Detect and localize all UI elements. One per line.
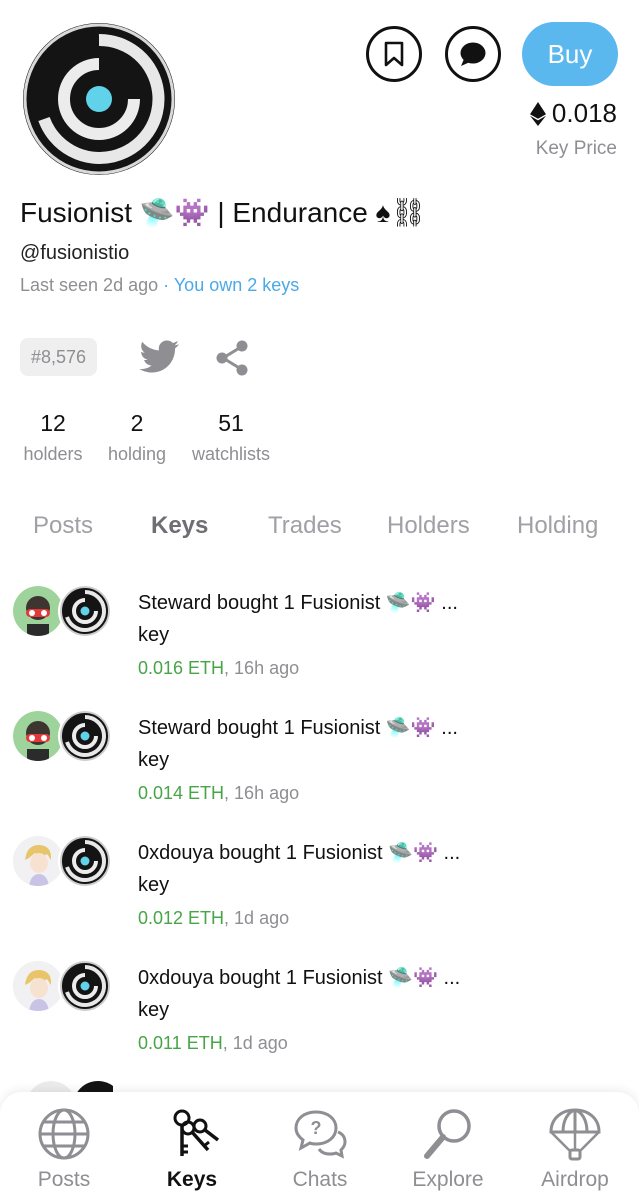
trade-amount: 0.014 ETH bbox=[138, 783, 225, 803]
trade-row[interactable]: 0xdouya bought 1 Fusionist 🛸👾 ... key 0.… bbox=[0, 828, 639, 953]
trader-avatar[interactable] bbox=[13, 836, 63, 886]
trade-meta: 0.016 ETH, 16h ago bbox=[138, 658, 299, 679]
tab-keys[interactable]: Keys bbox=[151, 512, 208, 540]
profile-avatar[interactable] bbox=[22, 22, 176, 176]
trade-time: , 1d ago bbox=[224, 908, 290, 928]
tab-trades[interactable]: Trades bbox=[268, 512, 342, 540]
nav-explore[interactable]: Explore bbox=[384, 1092, 512, 1200]
trade-row[interactable]: 0xdouya bought 1 Fusionist 🛸👾 ... key 0.… bbox=[0, 953, 639, 1078]
profile-handle: @fusionistio bbox=[20, 242, 130, 264]
globe-icon bbox=[38, 1108, 90, 1160]
watchlists-count[interactable]: 51 bbox=[186, 410, 276, 437]
trade-amount: 0.011 ETH bbox=[138, 1033, 223, 1053]
holders-label: holders bbox=[23, 444, 83, 464]
bookmark-icon bbox=[384, 41, 404, 67]
nav-label: Posts bbox=[37, 1168, 91, 1191]
twitter-button[interactable] bbox=[139, 340, 180, 379]
trade-meta: 0.014 ETH, 16h ago bbox=[138, 783, 299, 804]
magnifier-icon bbox=[424, 1109, 471, 1159]
nav-label: Keys bbox=[166, 1168, 218, 1191]
trade-time: , 1d ago bbox=[222, 1033, 288, 1053]
nav-label: Airdrop bbox=[541, 1168, 609, 1191]
trade-unit: key bbox=[138, 749, 170, 771]
bookmark-button[interactable] bbox=[366, 26, 422, 82]
tab-holders[interactable]: Holders bbox=[387, 512, 470, 540]
trade-title: Steward bought 1 Fusionist 🛸👾 ... bbox=[138, 592, 458, 614]
nav-label: Chats bbox=[292, 1168, 348, 1191]
trade-amount: 0.012 ETH bbox=[138, 908, 225, 928]
holding-label: holding bbox=[107, 444, 167, 464]
ethereum-icon bbox=[529, 101, 546, 126]
profile-name: Fusionist 🛸👾 | Endurance ♠⛓ bbox=[20, 197, 427, 228]
trade-meta: 0.012 ETH, 1d ago bbox=[138, 908, 289, 929]
chat-bubble-icon bbox=[460, 42, 486, 66]
bottom-nav: Posts Keys ? Chats Explore Airdrop bbox=[0, 1092, 639, 1200]
watchlists-label: watchlists bbox=[191, 444, 271, 464]
key-price: 0.018 bbox=[529, 98, 617, 129]
holding-count[interactable]: 2 bbox=[104, 410, 170, 437]
last-seen: Last seen 2d ago · You own 2 keys bbox=[20, 275, 299, 296]
nav-chats[interactable]: ? Chats bbox=[256, 1092, 384, 1200]
nav-keys[interactable]: Keys bbox=[128, 1092, 256, 1200]
trade-meta: 0.011 ETH, 1d ago bbox=[138, 1033, 288, 1054]
trader-avatar[interactable] bbox=[13, 961, 63, 1011]
key-avatar bbox=[60, 586, 110, 636]
key-avatar bbox=[60, 836, 110, 886]
trade-unit: key bbox=[138, 999, 170, 1021]
holders-count[interactable]: 12 bbox=[20, 410, 86, 437]
trader-avatar[interactable] bbox=[13, 586, 63, 636]
nav-posts[interactable]: Posts bbox=[0, 1092, 128, 1200]
trade-unit: key bbox=[138, 874, 170, 896]
trader-avatar[interactable] bbox=[13, 711, 63, 761]
trade-row[interactable]: Steward bought 1 Fusionist 🛸👾 ... key 0.… bbox=[0, 703, 639, 828]
nav-airdrop[interactable]: Airdrop bbox=[511, 1092, 639, 1200]
share-icon bbox=[216, 340, 248, 376]
key-avatar bbox=[60, 961, 110, 1011]
trade-time: , 16h ago bbox=[224, 783, 300, 803]
trade-row[interactable]: Steward bought 1 Fusionist 🛸👾 ... key 0.… bbox=[0, 578, 639, 703]
trade-title: Steward bought 1 Fusionist 🛸👾 ... bbox=[138, 717, 458, 739]
tab-posts[interactable]: Posts bbox=[33, 512, 93, 540]
key-price-value: 0.018 bbox=[551, 98, 617, 128]
message-button[interactable] bbox=[445, 26, 501, 82]
rank-badge: #8,576 bbox=[20, 338, 98, 376]
tab-holding[interactable]: Holding bbox=[517, 512, 598, 540]
key-avatar bbox=[60, 711, 110, 761]
buy-button[interactable]: Buy bbox=[522, 22, 618, 86]
trade-title: 0xdouya bought 1 Fusionist 🛸👾 ... bbox=[138, 967, 461, 989]
trade-unit: key bbox=[138, 624, 170, 646]
trade-title: 0xdouya bought 1 Fusionist 🛸👾 ... bbox=[138, 842, 461, 864]
own-keys-link[interactable]: You own 2 keys bbox=[174, 275, 299, 295]
keys-icon bbox=[173, 1109, 220, 1156]
svg-text:?: ? bbox=[311, 1118, 322, 1138]
parachute-icon bbox=[549, 1108, 601, 1161]
separator-dot: · bbox=[163, 275, 170, 295]
trade-amount: 0.016 ETH bbox=[138, 658, 225, 678]
chat-bubbles-icon: ? bbox=[294, 1110, 347, 1159]
key-price-label: Key Price bbox=[535, 138, 617, 159]
twitter-icon bbox=[139, 340, 179, 373]
last-seen-text: Last seen 2d ago bbox=[20, 275, 159, 295]
nav-label: Explore bbox=[412, 1168, 484, 1191]
share-button[interactable] bbox=[214, 340, 250, 381]
trade-time: , 16h ago bbox=[224, 658, 300, 678]
